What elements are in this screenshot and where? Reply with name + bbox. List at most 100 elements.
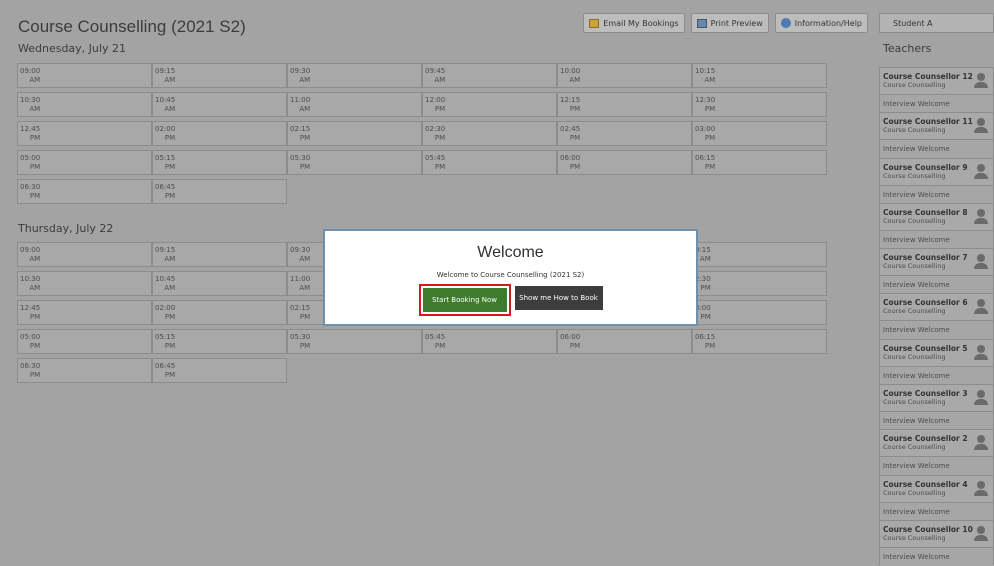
time-slot[interactable]: 05:15 PM (152, 150, 287, 175)
teacher-card-header[interactable]: Course Counsellor 8 Course Counselling (880, 204, 993, 230)
show-how-to-book-button[interactable]: Show me How to Book (514, 286, 603, 310)
time-slot[interactable]: 02:15 PM (287, 121, 422, 146)
teacher-card-header[interactable]: Course Counsellor 7 Course Counselling (880, 249, 993, 275)
slot-period: AM (704, 76, 716, 84)
time-slot[interactable]: 09:45 AM (422, 63, 557, 88)
time-slot[interactable]: 05:00 PM (17, 329, 152, 354)
time-slot[interactable]: 02:00 PM (152, 300, 287, 325)
time-slot-label: 02:15 PM (290, 304, 310, 322)
time-slot[interactable]: 06:45 PM (152, 358, 287, 383)
slot-period: PM (29, 163, 41, 171)
teacher-card-header[interactable]: Course Counsellor 6 Course Counselling (880, 294, 993, 320)
teacher-card-header[interactable]: Course Counsellor 5 Course Counselling (880, 340, 993, 366)
teachers-sidebar: Student A Teachers Course Counsellor 12 … (870, 0, 994, 566)
time-slot[interactable]: 09:00 AM (17, 63, 152, 88)
time-slot[interactable]: 12:15 PM (557, 92, 692, 117)
time-slot[interactable]: 10:45 AM (152, 271, 287, 296)
slot-time: 05:00 (20, 333, 41, 341)
time-slot[interactable]: 05:30 PM (287, 329, 422, 354)
slot-row: 10:30 AM 10:45 AM 11:00 AM 12:00 PM 12:15 PM 12:30… (17, 92, 827, 117)
slot-time: 06:15 (695, 154, 716, 162)
time-slot[interactable]: 12:30 PM (692, 92, 827, 117)
time-slot-label: 02:15 PM (290, 125, 310, 143)
time-slot[interactable]: 06:30 PM (17, 179, 152, 204)
slot-period: AM (434, 76, 446, 84)
start-booking-button[interactable]: Start Booking Now (422, 288, 507, 312)
time-slot[interactable]: 06:45 PM (152, 179, 287, 204)
slot-time: 06:30 (20, 183, 41, 191)
time-slot[interactable]: 10:00 AM (557, 63, 692, 88)
time-slot[interactable]: 3:00 PM (692, 300, 827, 325)
teacher-card-header[interactable]: Course Counsellor 11 Course Counselling (880, 113, 993, 139)
slot-period: AM (299, 255, 311, 263)
slot-time: 06:15 (695, 333, 716, 341)
time-slot-label: 02:45 PM (560, 125, 580, 143)
email-bookings-button[interactable]: Email My Bookings (583, 13, 685, 33)
time-slot[interactable]: 12:45 PM (17, 121, 152, 146)
student-name-button[interactable]: Student A (879, 13, 994, 33)
time-slot[interactable]: 09:00 AM (17, 242, 152, 267)
slot-period: AM (164, 105, 176, 113)
slot-period: PM (29, 342, 41, 350)
slot-period: PM (29, 134, 41, 142)
teacher-card-header[interactable]: Course Counsellor 2 Course Counselling (880, 430, 993, 456)
time-slot[interactable]: 06:30 PM (17, 358, 152, 383)
time-slot[interactable]: 2:30 PM (692, 271, 827, 296)
time-slot[interactable]: 06:15 PM (692, 329, 827, 354)
time-slot[interactable]: 0:15 AM (692, 242, 827, 267)
teacher-status: Interview Welcome (880, 275, 993, 295)
slot-time: 06:45 (155, 362, 176, 370)
time-slot[interactable]: 12:00 PM (422, 92, 557, 117)
teacher-card-header[interactable]: Course Counsellor 4 Course Counselling (880, 476, 993, 502)
slot-period: PM (569, 134, 581, 142)
teacher-card: Course Counsellor 4 Course Counselling I… (879, 474, 994, 521)
teacher-card-header[interactable]: Course Counsellor 10 Course Counselling (880, 521, 993, 547)
slot-time: 10:45 (155, 275, 176, 283)
teacher-list: Course Counsellor 12 Course Counselling … (879, 67, 994, 566)
time-slot[interactable]: 06:15 PM (692, 150, 827, 175)
time-slot[interactable]: 05:15 PM (152, 329, 287, 354)
time-slot[interactable]: 03:00 PM (692, 121, 827, 146)
time-slot-label: 11:00 AM (290, 96, 310, 114)
time-slot[interactable]: 05:00 PM (17, 150, 152, 175)
slot-time: 02:30 (425, 125, 446, 133)
time-slot[interactable]: 12:45 PM (17, 300, 152, 325)
time-slot[interactable]: 05:45 PM (422, 329, 557, 354)
teacher-card-header[interactable]: Course Counsellor 12 Course Counselling (880, 68, 993, 94)
time-slot[interactable]: 10:30 AM (17, 92, 152, 117)
slot-period: AM (29, 255, 41, 263)
time-slot[interactable]: 02:30 PM (422, 121, 557, 146)
slot-period: PM (299, 313, 311, 321)
time-slot-label: 05:15 PM (155, 333, 175, 351)
slot-time: 09:00 (20, 67, 41, 75)
teacher-card-header[interactable]: Course Counsellor 9 Course Counselling (880, 159, 993, 185)
schedule-panel: Course Counselling (2021 S2) Email My Bo… (0, 0, 868, 559)
time-slot[interactable]: 10:45 AM (152, 92, 287, 117)
slot-time: 06:45 (155, 183, 176, 191)
time-slot[interactable]: 10:15 AM (692, 63, 827, 88)
time-slot-label: 12:00 PM (425, 96, 445, 114)
time-slot[interactable]: 09:30 AM (287, 63, 422, 88)
time-slot-label: 10:45 AM (155, 96, 175, 114)
time-slot[interactable]: 09:15 AM (152, 242, 287, 267)
time-slot[interactable]: 05:30 PM (287, 150, 422, 175)
time-slot[interactable]: 11:00 AM (287, 92, 422, 117)
time-slot[interactable]: 05:45 PM (422, 150, 557, 175)
slot-period: PM (434, 163, 446, 171)
slot-period: PM (704, 105, 716, 113)
time-slot[interactable]: 06:00 PM (557, 329, 692, 354)
time-slot[interactable]: 06:00 PM (557, 150, 692, 175)
print-preview-button[interactable]: Print Preview (690, 13, 769, 33)
teacher-card: Course Counsellor 5 Course Counselling I… (879, 338, 994, 385)
slot-time: 03:00 (695, 125, 716, 133)
time-slot-label: 06:00 PM (560, 333, 580, 351)
information-help-button[interactable]: Information/Help (774, 13, 868, 33)
teacher-card-header[interactable]: Course Counsellor 3 Course Counselling (880, 385, 993, 411)
slot-period: PM (434, 105, 446, 113)
time-slot[interactable]: 02:00 PM (152, 121, 287, 146)
time-slot-label: 06:00 PM (560, 154, 580, 172)
time-slot[interactable]: 10:30 AM (17, 271, 152, 296)
toolbar: Email My Bookings Print Preview Informat… (583, 13, 868, 33)
time-slot[interactable]: 09:15 AM (152, 63, 287, 88)
time-slot[interactable]: 02:45 PM (557, 121, 692, 146)
